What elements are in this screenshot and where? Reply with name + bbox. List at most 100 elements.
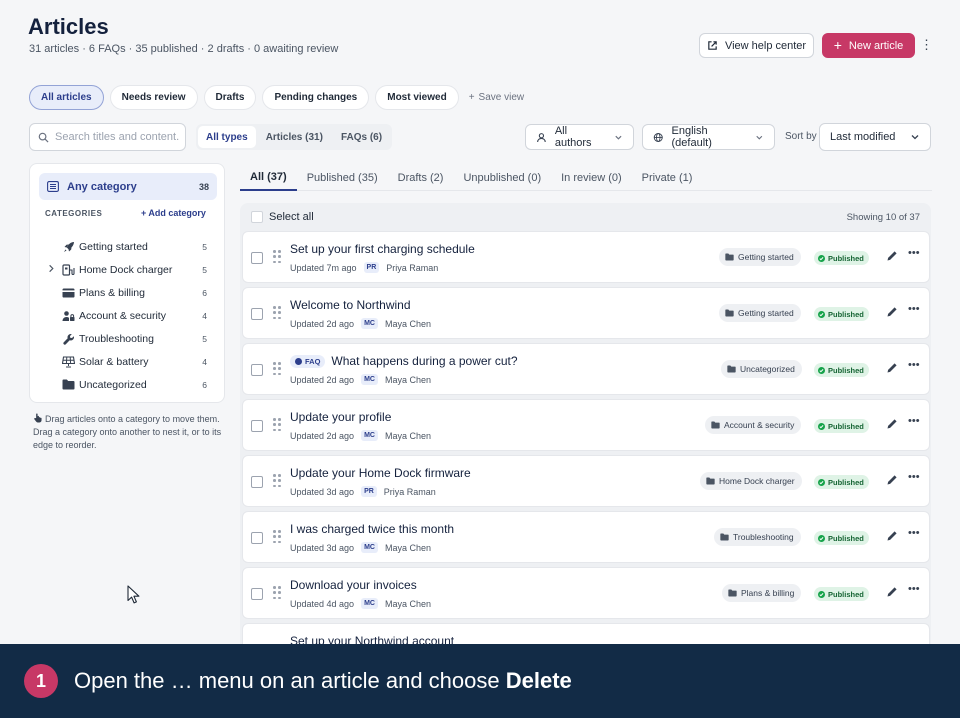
article-title[interactable]: Update your Home Dock firmware [290,466,471,480]
pencil-icon[interactable] [886,250,898,262]
more-options-icon[interactable]: ⋮ [920,38,933,52]
category-home-dock-charger[interactable]: Home Dock charger 5 [30,258,226,281]
article-title[interactable]: Download your invoices [290,578,417,592]
article-title[interactable]: FAQ What happens during a power cut? [290,354,518,368]
select-all-label[interactable]: Select all [269,211,314,223]
pencil-icon[interactable] [886,474,898,486]
category-troubleshooting[interactable]: Troubleshooting 5 [30,327,226,350]
status-badge: Published [814,307,869,321]
tab-unpublished[interactable]: Unpublished (0) [453,164,551,191]
drag-handle-icon[interactable] [273,586,281,600]
table-row[interactable]: Update your profile Updated 2d ago MC Ma… [242,399,930,451]
category-chip: Getting started [719,248,801,266]
table-row[interactable]: Set up your first charging schedule Upda… [242,231,930,283]
category-chip: Troubleshooting [714,528,801,546]
type-all[interactable]: All types [198,126,256,148]
type-faqs[interactable]: FAQs (6) [333,126,390,148]
person-icon [537,132,546,142]
drag-handle-icon[interactable] [273,306,281,320]
check-circle-icon [818,366,825,374]
add-category-button[interactable]: + Add category [141,208,206,218]
articles-app: Articles 31 articles · 6 FAQs · 35 publi… [0,0,960,718]
more-options-icon[interactable]: ••• [908,247,920,259]
pencil-icon[interactable] [886,418,898,430]
more-options-icon[interactable]: ••• [908,359,920,371]
author-avatar: PR [361,486,377,497]
type-articles[interactable]: Articles (31) [258,126,331,148]
view-most-viewed[interactable]: Most viewed [375,85,459,110]
category-uncategorized[interactable]: Uncategorized 6 [30,373,226,396]
sort-select[interactable]: Last modified [819,123,931,151]
table-row[interactable]: Download your invoices Updated 4d ago MC… [242,567,930,619]
row-checkbox[interactable] [251,588,263,600]
drag-handle-icon[interactable] [273,362,281,376]
article-title-text: Download your invoices [290,578,417,592]
more-options-icon[interactable]: ••• [908,303,920,315]
new-article-button[interactable]: + New article [822,33,915,58]
pencil-icon[interactable] [886,306,898,318]
status-label: Published [828,477,864,487]
row-checkbox[interactable] [251,364,263,376]
chevron-right-icon[interactable] [47,264,55,275]
pencil-icon[interactable] [886,586,898,598]
article-title[interactable]: Set up your first charging schedule [290,242,475,256]
page-subtitle: 31 articles · 6 FAQs · 35 published · 2 … [29,43,339,55]
row-checkbox[interactable] [251,308,263,320]
category-solar-battery[interactable]: Solar & battery 4 [30,350,226,373]
category-count: 5 [202,333,207,344]
article-title[interactable]: Update your profile [290,410,391,424]
article-title[interactable]: I was charged twice this month [290,522,454,536]
tab-in-review[interactable]: In review (0) [551,164,632,191]
tab-private[interactable]: Private (1) [632,164,703,191]
table-row[interactable]: Set up your Northwind account [242,623,930,644]
tab-drafts[interactable]: Drafts (2) [388,164,454,191]
search-box[interactable] [29,123,186,151]
article-title[interactable]: Welcome to Northwind [290,298,411,312]
drag-handle-icon[interactable] [273,530,281,544]
folder-icon [62,379,75,391]
chevron-down-icon [756,135,763,140]
pencil-icon[interactable] [886,530,898,542]
more-options-icon[interactable]: ••• [908,527,920,539]
more-options-icon[interactable]: ••• [908,415,920,427]
row-checkbox[interactable] [251,476,263,488]
language-select[interactable]: English (default) [642,124,775,150]
category-label: Account & security [79,309,166,322]
table-row[interactable]: FAQ What happens during a power cut? Upd… [242,343,930,395]
view-help-center-button[interactable]: View help center [699,33,814,58]
folder-icon [727,365,736,373]
row-checkbox[interactable] [251,420,263,432]
row-checkbox[interactable] [251,252,263,264]
drag-handle-icon[interactable] [273,418,281,432]
article-title[interactable]: Set up your Northwind account [290,634,454,644]
drag-handle-icon[interactable] [273,474,281,488]
category-getting-started[interactable]: Getting started 5 [30,235,226,258]
select-all-checkbox[interactable] [251,211,263,223]
any-category-item[interactable]: Any category 38 [39,173,217,200]
category-chip-label: Plans & billing [741,588,795,598]
category-list: Getting started 5 Home Dock charger 5 Pl… [30,235,226,396]
category-plans-billing[interactable]: Plans & billing 6 [30,281,226,304]
table-row[interactable]: Update your Home Dock firmware Updated 3… [242,455,930,507]
table-row[interactable]: I was charged twice this month Updated 3… [242,511,930,563]
article-meta: Updated 3d ago MC Maya Chen [290,542,431,553]
drag-hint-text: Drag articles onto a category to move th… [33,414,222,450]
drag-handle-icon[interactable] [273,250,281,264]
more-options-icon[interactable]: ••• [908,471,920,483]
authors-select[interactable]: All authors [525,124,634,150]
credit-card-icon [62,287,75,299]
view-drafts[interactable]: Drafts [203,85,257,110]
table-row[interactable]: Welcome to Northwind Updated 2d ago MC M… [242,287,930,339]
more-options-icon[interactable]: ••• [908,583,920,595]
article-title-text: I was charged twice this month [290,522,455,536]
view-all-articles[interactable]: All articles [29,85,104,110]
tab-all[interactable]: All (37) [240,164,297,191]
row-checkbox[interactable] [251,532,263,544]
save-view-button[interactable]: + Save view [469,92,524,103]
category-account-security[interactable]: Account & security 4 [30,304,226,327]
tab-published[interactable]: Published (35) [297,164,388,191]
pencil-icon[interactable] [886,362,898,374]
view-pending-changes[interactable]: Pending changes [262,85,370,110]
view-needs-review[interactable]: Needs review [109,85,198,110]
search-input[interactable] [55,131,180,143]
